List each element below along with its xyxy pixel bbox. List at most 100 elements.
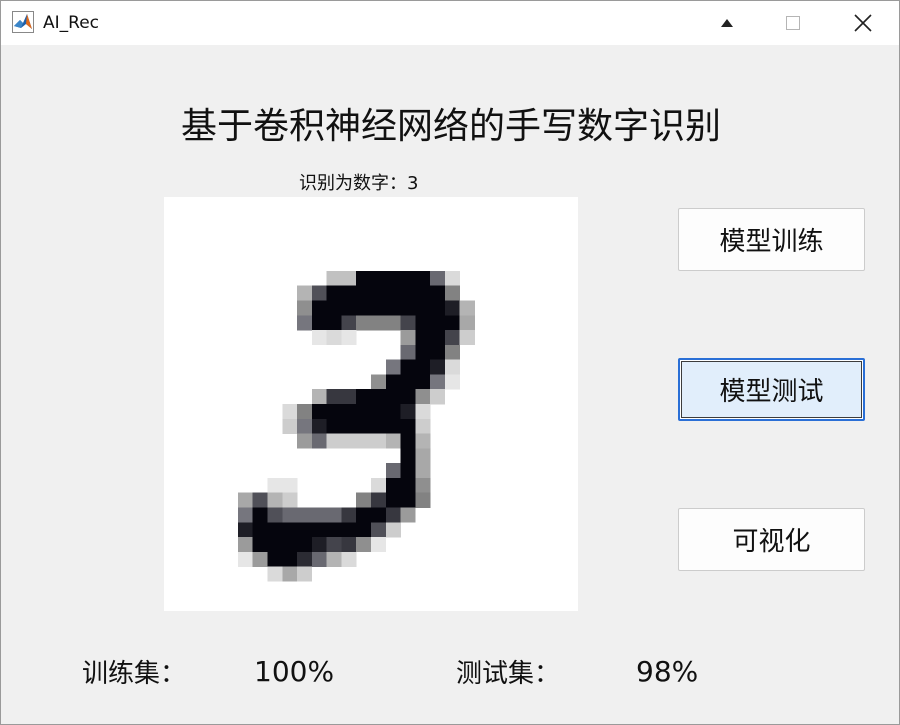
digit-pixel bbox=[297, 315, 313, 331]
digit-pixel bbox=[371, 404, 387, 420]
digit-pixel bbox=[400, 374, 416, 390]
title-bar[interactable]: AI_Rec bbox=[1, 1, 899, 45]
digit-pixel bbox=[371, 433, 387, 449]
digit-pixel bbox=[252, 522, 268, 538]
digit-pixel bbox=[237, 537, 254, 553]
digit-pixel bbox=[444, 285, 461, 301]
digit-pixel bbox=[385, 270, 401, 287]
digit-pixel bbox=[297, 537, 313, 553]
digit-pixel bbox=[385, 463, 401, 479]
digit-pixel bbox=[237, 507, 254, 523]
digit-pixel bbox=[385, 389, 401, 405]
digit-pixel bbox=[400, 433, 416, 449]
digit-pixel bbox=[341, 270, 357, 287]
test-model-button[interactable]: 模型测试 bbox=[678, 358, 865, 421]
digit-pixel bbox=[341, 285, 357, 301]
digit-pixel bbox=[311, 404, 327, 420]
digit-pixel bbox=[444, 315, 461, 331]
digit-pixel bbox=[311, 389, 327, 405]
digit-pixel bbox=[341, 522, 357, 538]
minimize-button[interactable] bbox=[697, 1, 757, 45]
digit-pixel bbox=[385, 315, 401, 331]
minimize-icon bbox=[721, 19, 733, 27]
result-label: 识别为数字： bbox=[299, 173, 407, 194]
digit-pixel bbox=[297, 404, 313, 420]
digit-pixel bbox=[371, 418, 387, 434]
digit-pixel bbox=[385, 374, 401, 390]
digit-pixel bbox=[326, 315, 342, 331]
digit-pixel bbox=[400, 492, 416, 508]
digit-pixel bbox=[385, 359, 401, 375]
digit-pixel bbox=[459, 300, 475, 316]
digit-pixel bbox=[282, 522, 298, 538]
digit-pixel bbox=[400, 330, 416, 346]
digit-pixel bbox=[311, 285, 327, 301]
window-title: AI_Rec bbox=[43, 13, 99, 33]
digit-pixel bbox=[356, 507, 372, 523]
digit-pixel bbox=[341, 551, 357, 567]
digit-pixel bbox=[341, 300, 357, 316]
digit-pixel bbox=[297, 433, 313, 449]
digit-pixel bbox=[371, 522, 387, 538]
digit-pixel bbox=[282, 551, 298, 567]
digit-pixel bbox=[385, 300, 401, 316]
digit-pixel bbox=[282, 404, 298, 420]
app-window: AI_Rec 基于卷积神经网络的手写数字识别 识别为数字：3 模型训练 模型测试… bbox=[0, 0, 900, 725]
digit-pixel bbox=[356, 404, 372, 420]
digit-pixel bbox=[400, 344, 416, 360]
maximize-button[interactable] bbox=[763, 1, 823, 45]
digit-pixel bbox=[311, 551, 327, 567]
digit-pixel bbox=[237, 522, 254, 538]
digit-pixel bbox=[297, 285, 313, 301]
digit-pixel bbox=[400, 285, 416, 301]
digit-pixel bbox=[444, 300, 461, 316]
digit-pixel bbox=[371, 270, 387, 287]
digit-pixel bbox=[267, 522, 283, 538]
digit-pixel bbox=[311, 315, 327, 331]
digit-pixel bbox=[326, 330, 342, 346]
digit-pixel bbox=[415, 300, 431, 316]
digit-pixel bbox=[371, 315, 387, 331]
digit-pixel bbox=[356, 315, 372, 331]
digit-pixel bbox=[282, 566, 298, 582]
digit-pixel bbox=[356, 300, 372, 316]
train-model-button[interactable]: 模型训练 bbox=[678, 208, 865, 271]
digit-pixel bbox=[341, 389, 357, 405]
digit-pixel bbox=[311, 522, 327, 538]
digit-pixel bbox=[415, 433, 431, 449]
digit-pixel bbox=[444, 344, 461, 360]
digit-pixel bbox=[282, 477, 298, 494]
digit-pixel bbox=[444, 270, 461, 287]
digit-pixel bbox=[341, 330, 357, 346]
digit-pixel bbox=[267, 566, 283, 582]
matlab-app-icon bbox=[12, 11, 34, 33]
digit-pixel bbox=[311, 300, 327, 316]
digit-pixel bbox=[400, 507, 416, 523]
digit-pixel bbox=[400, 404, 416, 420]
digit-pixel bbox=[415, 448, 431, 464]
digit-pixel bbox=[356, 537, 372, 553]
digit-pixel bbox=[371, 477, 387, 494]
close-button[interactable] bbox=[833, 1, 893, 45]
digit-pixel bbox=[297, 522, 313, 538]
train-set-accuracy: 100% bbox=[254, 655, 335, 688]
digit-pixel bbox=[415, 330, 431, 346]
digit-pixel bbox=[385, 492, 401, 508]
digit-pixel bbox=[371, 374, 387, 390]
handwritten-digit-image bbox=[237, 270, 475, 582]
digit-pixel bbox=[341, 507, 357, 523]
digit-pixel bbox=[267, 492, 283, 508]
digit-pixel bbox=[252, 537, 268, 553]
digit-pixel bbox=[415, 374, 431, 390]
digit-pixel bbox=[400, 448, 416, 464]
digit-pixel bbox=[444, 359, 461, 375]
test-set-label: 测试集： bbox=[456, 659, 561, 689]
digit-pixel bbox=[385, 418, 401, 434]
digit-pixel bbox=[326, 551, 342, 567]
digit-pixel bbox=[415, 477, 431, 494]
digit-pixel bbox=[237, 551, 254, 567]
digit-pixel bbox=[326, 270, 342, 287]
digit-pixel bbox=[326, 507, 342, 523]
digit-pixel bbox=[326, 433, 342, 449]
visualize-button[interactable]: 可视化 bbox=[678, 508, 865, 571]
